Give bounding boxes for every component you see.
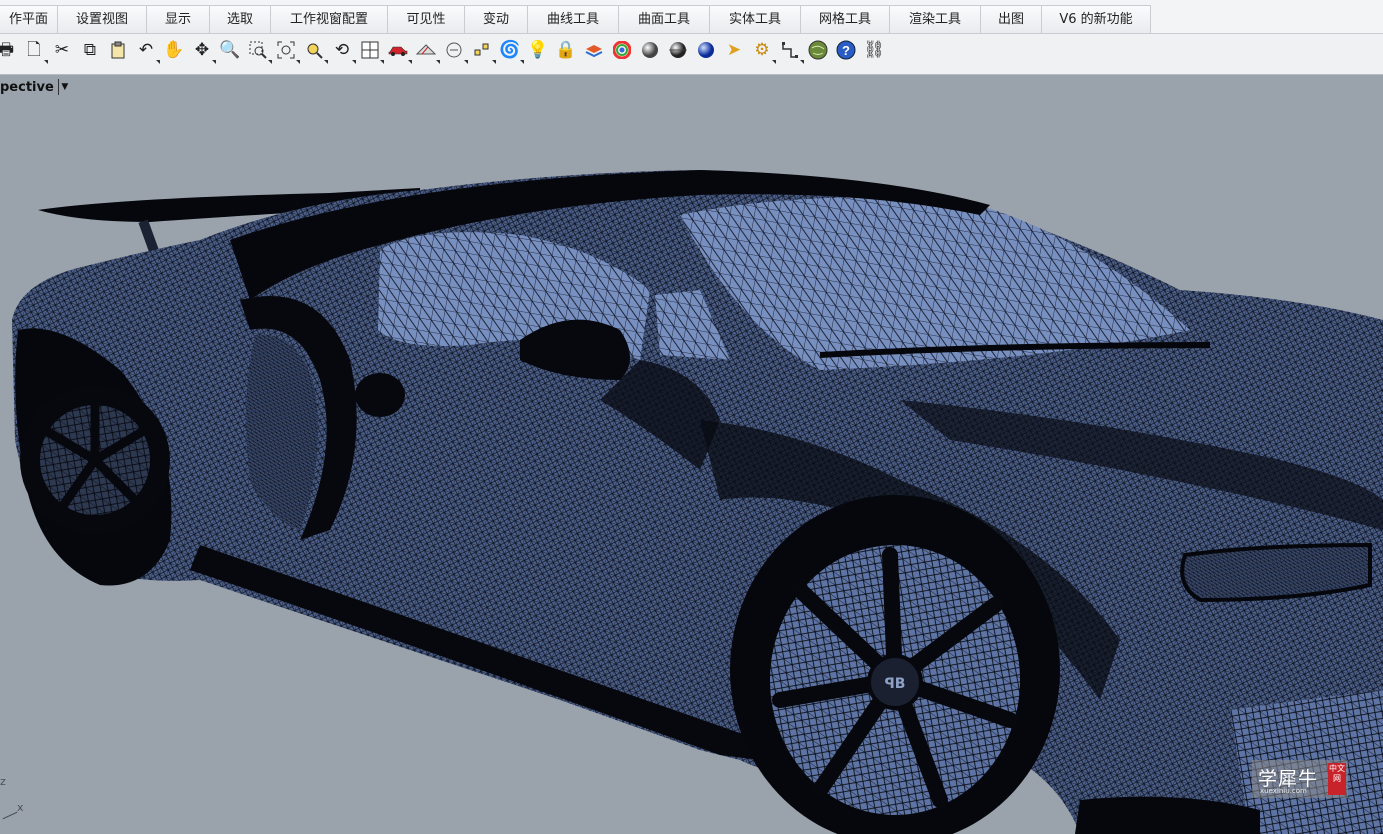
zoom-dynamic-icon: 🔍 [219, 39, 241, 60]
viewport-title-label: pective [0, 79, 54, 95]
watermark-logo: 学犀牛 xuexiniu.com 中文网 [1252, 760, 1348, 798]
ribbon-tab-bar: 作平面 设置视图 显示 选取 工作视窗配置 可见性 变动 曲线工具 曲面工具 实… [0, 0, 1383, 34]
tab-viewport-layout[interactable]: 工作视窗配置 [270, 5, 388, 33]
zoom-dynamic-button[interactable]: 🔍 [218, 38, 242, 62]
rotate-view-button[interactable]: ✥ [190, 38, 216, 64]
help-icon: ? [836, 40, 856, 60]
named-view-button[interactable] [386, 38, 412, 64]
cplane-icon [446, 42, 462, 58]
gear-icon: ⚙ [754, 39, 770, 60]
car-mesh-render: ꟼB [12, 170, 1383, 834]
toolbar-buttons: 🖶 🗋 ✂ ⧉ ↶ ✋ ✥ 🔍 ⟲ 🌀 💡 🔒 ➤ ⚙ ? ⛓ [0, 38, 886, 64]
tab-transform[interactable]: 变动 [464, 5, 528, 33]
render-icon [698, 42, 714, 58]
render-button[interactable] [694, 38, 718, 62]
print-icon: 🖶 [0, 39, 15, 60]
paste-button[interactable] [106, 38, 130, 62]
zoom-extents-button[interactable] [274, 38, 300, 64]
page-setup-button[interactable]: 🗋 [22, 38, 48, 64]
globe-icon [808, 40, 828, 60]
dimension-icon [782, 42, 798, 58]
undo-icon: ↶ [138, 39, 154, 60]
paste-icon [111, 41, 125, 59]
tab-render-tools[interactable]: 渲染工具 [889, 5, 981, 33]
light-bulb-icon: 💡 [527, 39, 549, 60]
web-button[interactable] [806, 38, 830, 62]
tab-surface-tools[interactable]: 曲面工具 [618, 5, 710, 33]
spiral-button[interactable]: 🌀 [498, 38, 524, 64]
page-setup-icon: 🗋 [27, 39, 41, 60]
tab-display[interactable]: 显示 [146, 5, 210, 33]
lock-icon: 🔒 [555, 39, 577, 60]
select-points-button[interactable] [470, 38, 496, 64]
pan-button[interactable]: ✋ [162, 38, 186, 62]
watermark-url: xuexiniu.com [1260, 787, 1307, 795]
rendered-button[interactable] [666, 38, 690, 62]
zoom-window-button[interactable] [246, 38, 272, 64]
zoom-extents-icon [277, 41, 295, 59]
watermark-stamp: 中文网 [1328, 763, 1346, 795]
options-button[interactable]: ⚙ [750, 38, 776, 64]
print-button[interactable]: 🖶 [0, 38, 18, 62]
spiral-icon: 🌀 [499, 39, 521, 60]
four-viewports-button[interactable] [358, 38, 384, 64]
car-icon [388, 46, 408, 56]
svg-text:?: ? [842, 43, 850, 58]
tab-drafting[interactable]: 出图 [980, 5, 1042, 33]
undo-button[interactable]: ↶ [134, 38, 160, 64]
four-viewports-icon [361, 41, 379, 59]
pointer-options-icon: ➤ [726, 39, 742, 60]
rendered-sphere-icon [669, 42, 687, 58]
pan-hand-icon: ✋ [163, 39, 185, 60]
color-button[interactable] [610, 38, 634, 62]
copy-button[interactable]: ⧉ [78, 38, 102, 62]
link-icon: ⛓ [863, 39, 885, 60]
undo-view-button[interactable]: ⟲ [330, 38, 356, 64]
layer-icon [585, 45, 603, 58]
watermark-text: 学犀牛 [1258, 767, 1319, 790]
color-wheel-icon [613, 41, 631, 59]
help-button[interactable]: ? [834, 38, 858, 62]
tab-select[interactable]: 选取 [209, 5, 271, 33]
link-button[interactable]: ⛓ [862, 38, 886, 62]
copy-icon: ⧉ [83, 39, 97, 60]
shade-icon [642, 42, 658, 58]
pointer-options-button[interactable]: ➤ [722, 38, 746, 62]
select-points-icon [474, 43, 489, 56]
svg-text:ꟼB: ꟼB [885, 676, 906, 692]
grid-snap-button[interactable] [414, 38, 440, 64]
axis-x-label: x [17, 801, 24, 814]
zoom-selected-button[interactable] [302, 38, 328, 64]
tab-new-in-v6[interactable]: V6 的新功能 [1041, 5, 1151, 33]
lights-button[interactable]: 💡 [526, 38, 550, 62]
tab-solid-tools[interactable]: 实体工具 [709, 5, 801, 33]
cut-button[interactable]: ✂ [50, 38, 74, 62]
standard-toolbar: 🖶 🗋 ✂ ⧉ ↶ ✋ ✥ 🔍 ⟲ 🌀 💡 🔒 ➤ ⚙ ? ⛓ [0, 34, 1383, 75]
chevron-down-icon[interactable]: ▼ [57, 79, 71, 95]
zoom-window-icon [249, 41, 267, 59]
tab-mesh-tools[interactable]: 网格工具 [800, 5, 890, 33]
tab-set-view[interactable]: 设置视图 [57, 5, 147, 33]
perspective-viewport[interactable]: ꟼB pective ▼ z x 学犀牛 xuexiniu.com 中文网 [0, 75, 1383, 834]
cplane-button[interactable] [442, 38, 468, 64]
grid-snap-icon [416, 44, 436, 55]
tab-visibility[interactable]: 可见性 [387, 5, 465, 33]
tab-list: 作平面 设置视图 显示 选取 工作视窗配置 可见性 变动 曲线工具 曲面工具 实… [0, 5, 1151, 33]
layer-button[interactable] [582, 38, 606, 62]
lock-button[interactable]: 🔒 [554, 38, 578, 62]
tab-curve-tools[interactable]: 曲线工具 [527, 5, 619, 33]
undo-view-icon: ⟲ [334, 39, 350, 60]
shade-button[interactable] [638, 38, 662, 62]
cut-icon: ✂ [54, 39, 70, 60]
headlight [1180, 542, 1372, 603]
dimension-button[interactable] [778, 38, 804, 64]
tab-cplane[interactable]: 作平面 [0, 5, 58, 33]
axis-z-label: z [0, 775, 6, 788]
viewport-title[interactable]: pective ▼ [0, 78, 71, 96]
rotate-view-icon: ✥ [194, 39, 210, 60]
zoom-selected-icon [307, 43, 323, 59]
